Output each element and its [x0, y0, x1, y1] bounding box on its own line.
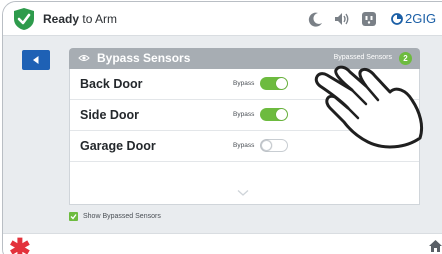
show-bypassed-option[interactable]: Show Bypassed Sensors — [69, 212, 161, 221]
status-state: Ready — [43, 12, 80, 26]
back-arrow-icon — [33, 56, 39, 64]
back-button[interactable] — [22, 50, 50, 70]
toggle-knob — [276, 78, 287, 89]
status-suffix: to Arm — [79, 12, 118, 26]
status-bar: Ready to Arm 2GIG — [3, 2, 442, 36]
bypass-toggle-garage-door[interactable] — [260, 139, 288, 152]
chevron-down-icon[interactable] — [237, 189, 249, 197]
outlet-icon[interactable] — [360, 10, 378, 28]
brand-logo-icon — [391, 12, 403, 25]
bottom-bar: ✱ — [3, 233, 442, 254]
bypass-toggle-side-door[interactable] — [260, 108, 288, 121]
eye-icon — [78, 55, 90, 61]
page-title: Bypass Sensors — [97, 51, 191, 65]
bypassed-sensors-label: Bypassed Sensors — [333, 54, 392, 61]
check-icon — [70, 214, 77, 220]
toggle-knob — [261, 140, 272, 151]
toggle-knob — [276, 109, 287, 120]
sensor-name: Garage Door — [80, 139, 156, 153]
bypass-label: Bypass — [233, 142, 255, 149]
show-bypassed-checkbox[interactable] — [69, 212, 78, 221]
system-status[interactable]: Ready to Arm — [43, 12, 117, 26]
moon-icon[interactable] — [307, 10, 325, 28]
show-bypassed-label: Show Bypassed Sensors — [83, 213, 161, 220]
home-icon[interactable] — [428, 239, 442, 253]
bypass-toggle-back-door[interactable] — [260, 77, 288, 90]
sensor-name: Back Door — [80, 77, 143, 91]
brand-logo: 2GIG — [391, 11, 436, 26]
emergency-icon[interactable]: ✱ — [9, 235, 31, 254]
sensor-name: Side Door — [80, 108, 140, 122]
shield-check-icon — [14, 8, 34, 30]
bypass-label: Bypass — [233, 111, 255, 118]
speaker-icon[interactable] — [333, 10, 351, 28]
pointing-hand-icon — [314, 65, 424, 149]
brand-name: 2GIG — [405, 11, 437, 26]
bypass-label: Bypass — [233, 80, 255, 87]
